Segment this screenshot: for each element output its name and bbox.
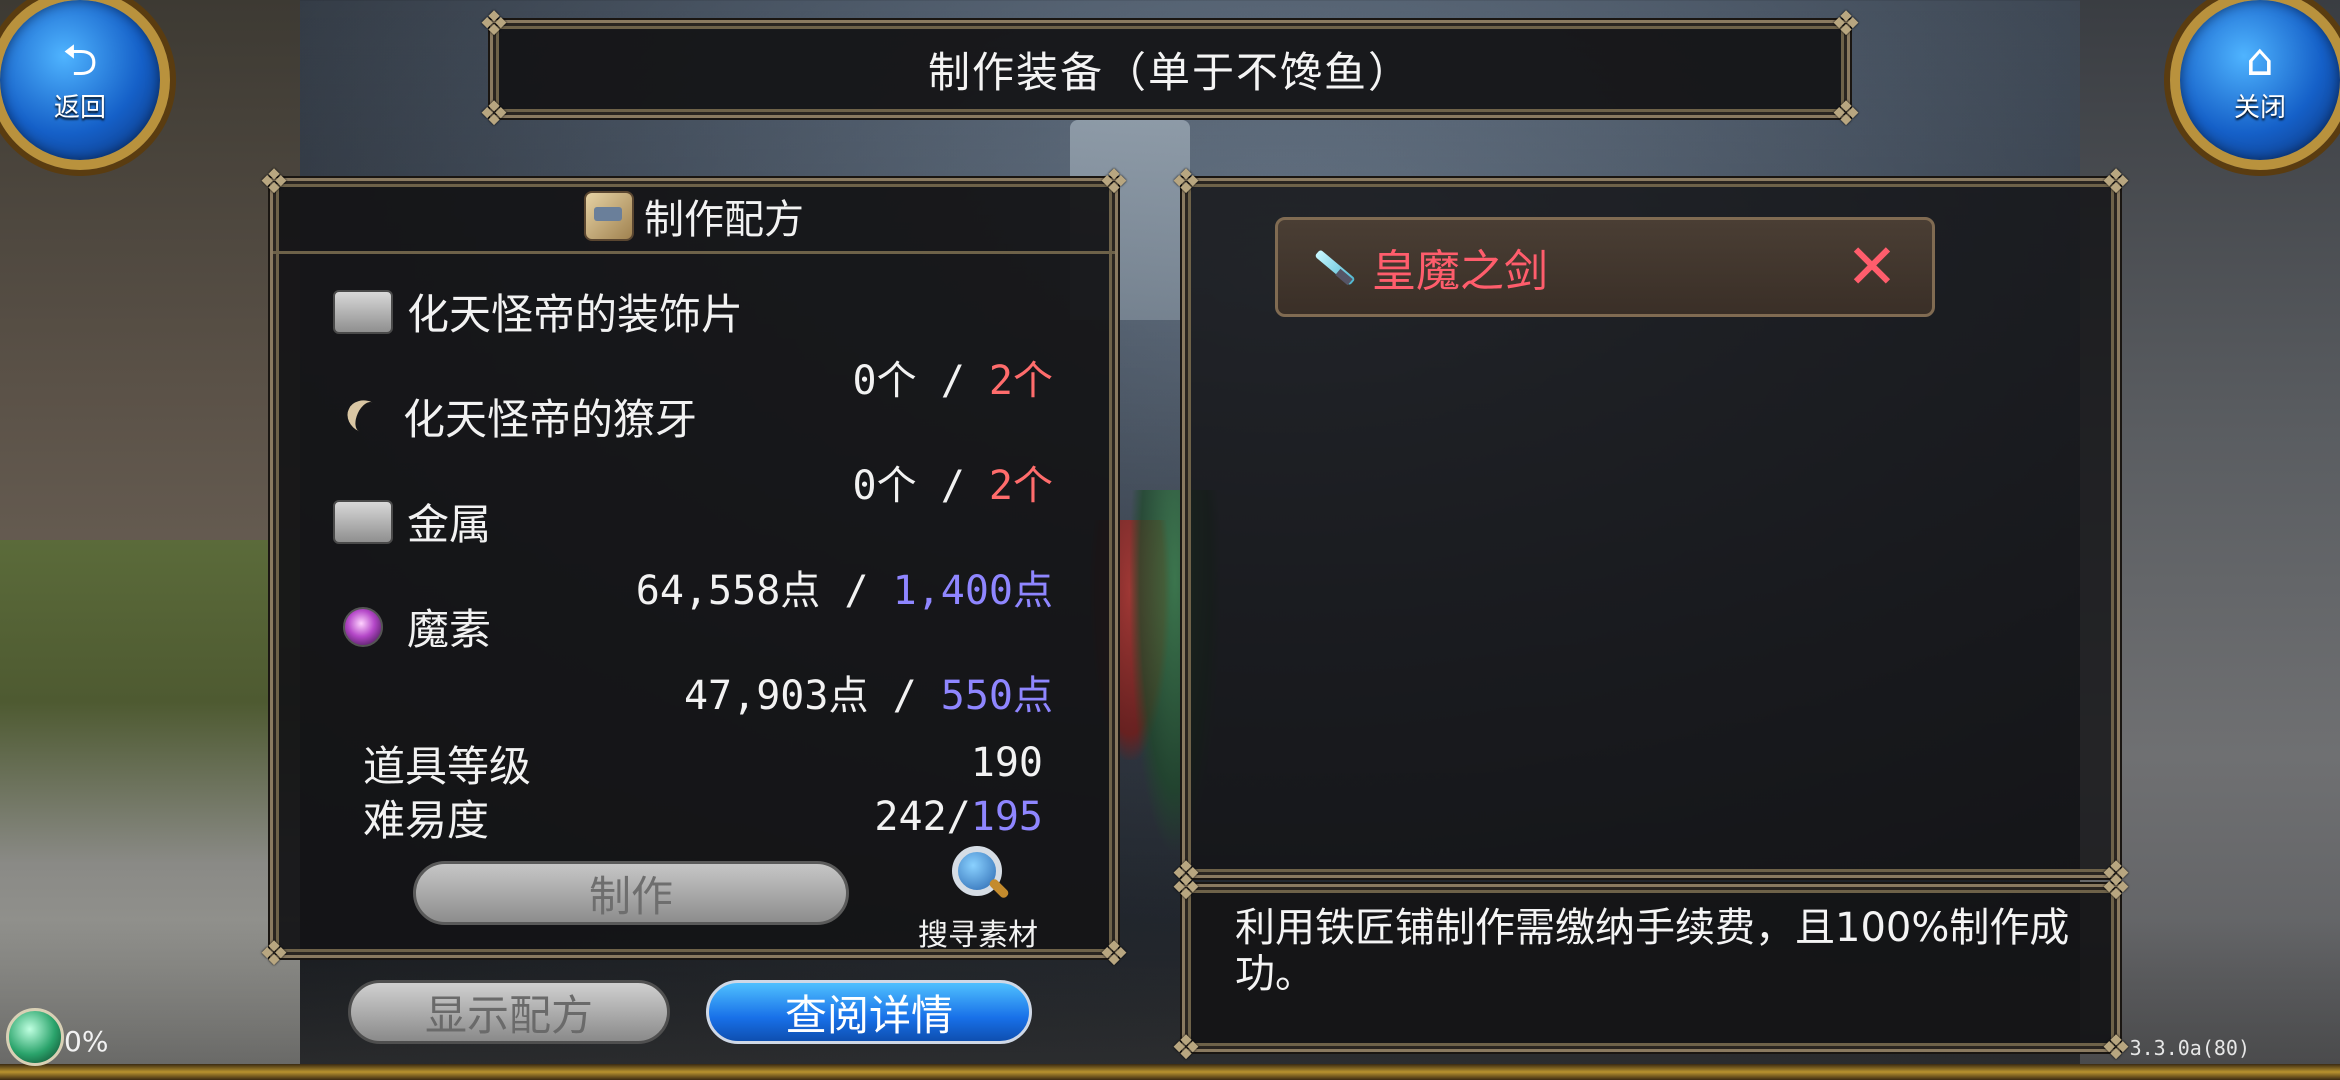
material-quantity: 47,903点 / 550点 [333, 663, 1053, 721]
plate-icon [333, 289, 393, 334]
magnifier-icon [948, 846, 1008, 906]
page-title: 制作装备（单于不馋鱼） [927, 47, 1412, 97]
progress-text: 0% [64, 1025, 109, 1058]
search-materials-button[interactable]: 搜寻素材 [893, 846, 1063, 956]
material-row: 魔素 47,903点 / 550点 [333, 596, 1073, 721]
title-bar: ❖ ❖ ❖ ❖ 制作装备（单于不馋鱼） [479, 5, 1861, 133]
ornament-corner-icon: ❖ [1170, 162, 1202, 202]
view-details-button[interactable]: 查阅详情 [706, 980, 1032, 1044]
close-icon[interactable]: ✕ [1846, 236, 1898, 298]
back-label: 返回 [53, 92, 106, 123]
item-level-label: 道具等级 [363, 741, 532, 791]
back-arrow-icon: ⮌ [62, 34, 98, 86]
progress-icon [6, 1008, 64, 1066]
version-text: 3.3.0a(80) [2129, 1036, 2250, 1060]
recipe-header-label: 制作配方 [644, 197, 804, 243]
ornament-corner-icon: ❖ [2100, 162, 2132, 202]
metal-plate-icon [333, 499, 393, 544]
ornament-corner-icon: ❖ [1098, 934, 1130, 974]
info-text: 利用铁匠铺制作需缴纳手续费，且100%制作成功。 [1235, 905, 2070, 997]
bottom-progress-bar [0, 1064, 2340, 1080]
home-icon: ⌂ [2246, 34, 2274, 86]
material-name: 化天怪帝的装饰片 [407, 290, 744, 339]
item-preview-panel: ❖ ❖ ❖ ❖ 皇魔之剑 ✕ [1171, 163, 2131, 893]
show-recipe-button[interactable]: 显示配方 [348, 980, 670, 1044]
material-name: 金属 [407, 500, 492, 549]
fang-icon [341, 397, 381, 437]
material-have: 47,903点 [683, 673, 869, 719]
recipe-panel: ❖ ❖ ❖ ❖ 制作配方 化天怪帝的装饰片 0个 / 2个 化天怪帝的獠牙 0个… [259, 163, 1129, 973]
craft-stats: 道具等级 190 难易度 242/195 [363, 736, 1063, 845]
recipe-scroll-icon [584, 191, 634, 241]
difficulty-row: 难易度 242/195 [363, 790, 1063, 845]
difficulty-value: 242/195 [874, 794, 1043, 840]
material-separator: / [892, 673, 917, 719]
difficulty-label: 难易度 [363, 795, 490, 845]
ornament-corner-icon: ❖ [2100, 868, 2132, 908]
selected-item-name: 皇魔之剑 [1372, 246, 1548, 297]
ornament-corner-icon: ❖ [1170, 1028, 1202, 1068]
info-panel: ❖ ❖ ❖ ❖ 利用铁匠铺制作需缴纳手续费，且100%制作成功。 [1171, 869, 2131, 1067]
item-level-value: 190 [970, 740, 1043, 786]
difficulty-target: 195 [970, 794, 1043, 840]
recipe-header: 制作配方 [273, 181, 1115, 254]
selected-item-chip[interactable]: 皇魔之剑 ✕ [1275, 217, 1935, 317]
ornament-corner-icon: ❖ [258, 934, 290, 974]
material-name: 魔素 [407, 605, 492, 654]
search-materials-label: 搜寻素材 [918, 918, 1038, 953]
mana-orb-icon [343, 606, 383, 647]
sword-icon [1308, 243, 1356, 291]
material-name: 化天怪帝的獠牙 [403, 395, 698, 444]
close-label: 关闭 [2233, 92, 2286, 123]
item-level-row: 道具等级 190 [363, 736, 1063, 791]
difficulty-current: 242/ [874, 794, 971, 840]
ornament-corner-icon: ❖ [1170, 868, 1202, 908]
material-need: 550点 [940, 673, 1053, 719]
craft-button[interactable]: 制作 [413, 861, 849, 925]
